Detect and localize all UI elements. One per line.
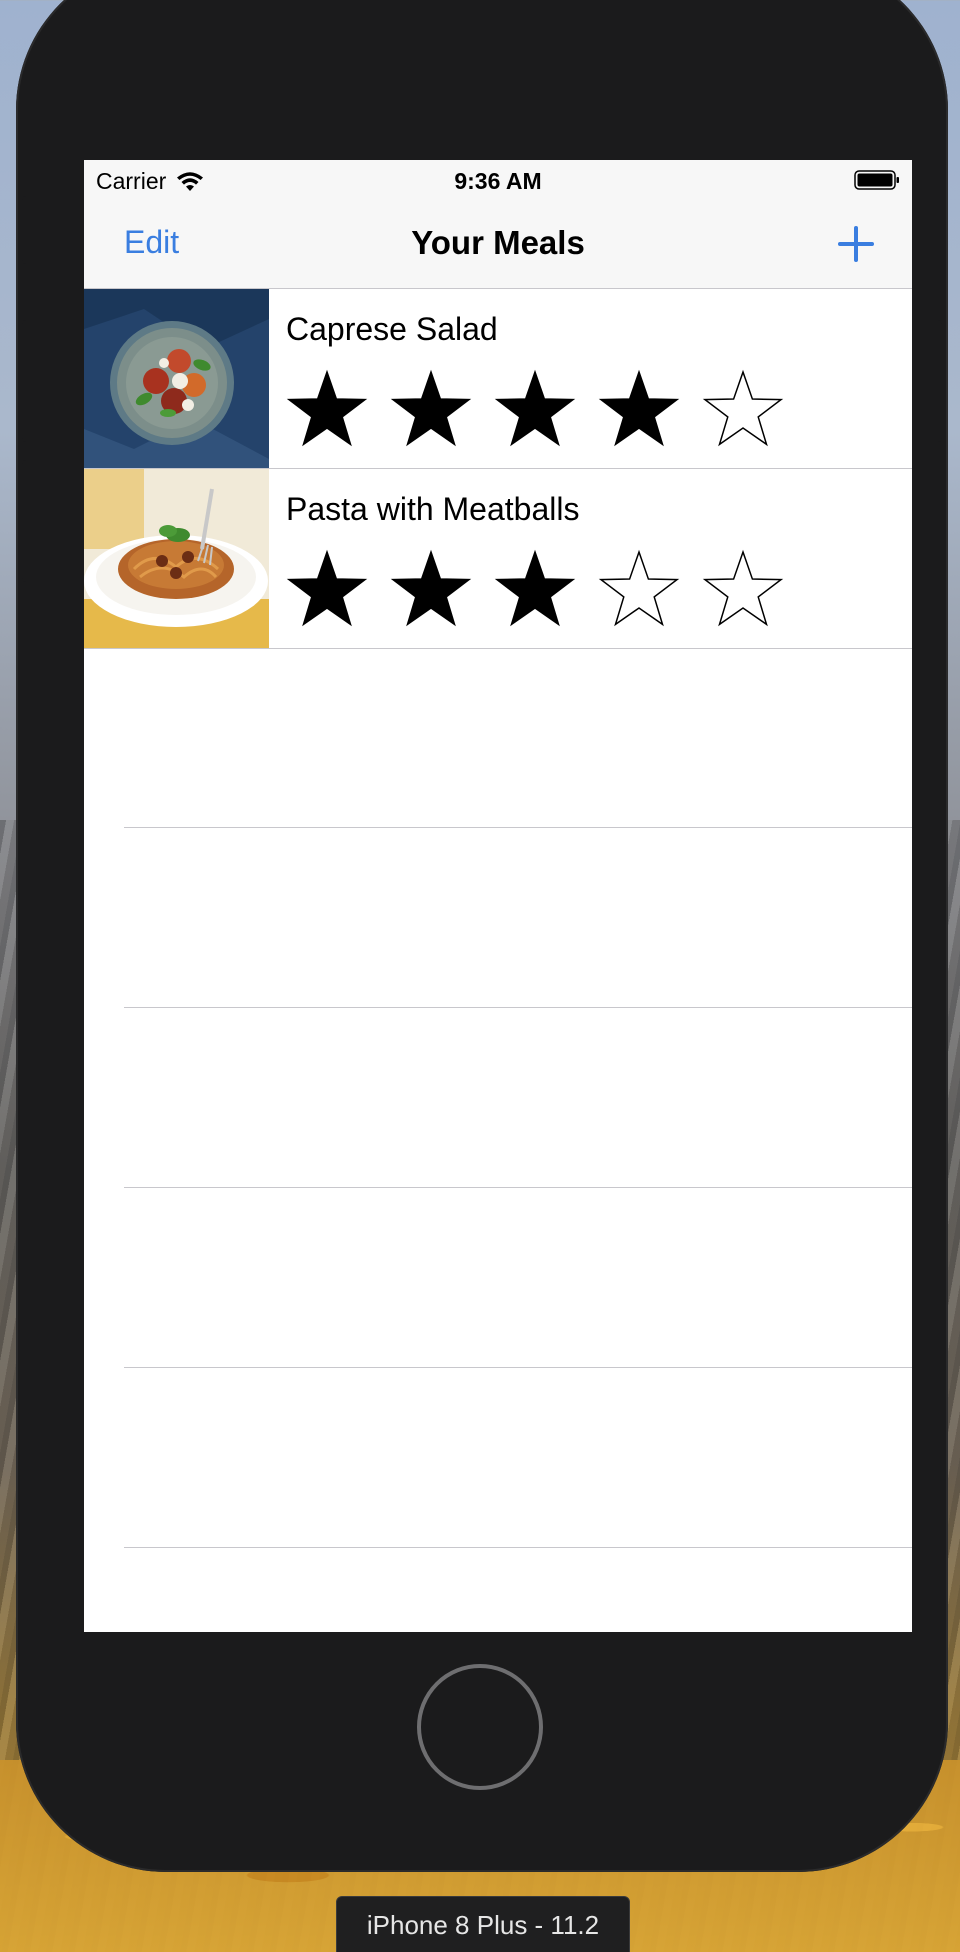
power-button — [930, 320, 942, 442]
simulator-device-frame: Carrier 9:36 AM Edit Your Meals Caprese … — [16, 0, 948, 1872]
filled-star-icon[interactable] — [390, 549, 472, 631]
rating-control[interactable] — [286, 369, 784, 451]
home-button[interactable] — [417, 1664, 543, 1790]
empty-row — [124, 1368, 912, 1548]
battery-icon — [854, 170, 899, 190]
filled-star-icon[interactable] — [286, 369, 368, 451]
filled-star-icon[interactable] — [494, 549, 576, 631]
filled-star-icon[interactable] — [598, 369, 680, 451]
empty-row — [124, 1188, 912, 1368]
meal-photo-caprese-salad — [84, 289, 269, 468]
meal-name: Pasta with Meatballs — [286, 491, 580, 527]
navigation-bar: Edit Your Meals — [84, 200, 912, 289]
simulator-device-label: iPhone 8 Plus - 11.2 — [336, 1896, 630, 1952]
filled-star-icon[interactable] — [494, 369, 576, 451]
rating-control[interactable] — [286, 549, 784, 631]
empty-star-icon[interactable] — [702, 549, 784, 631]
status-time: 9:36 AM — [454, 168, 542, 194]
empty-star-icon[interactable] — [598, 549, 680, 631]
status-bar: Carrier 9:36 AM — [84, 160, 912, 200]
meal-photo-pasta-with-meatballs — [84, 469, 269, 648]
empty-table-rows — [84, 648, 912, 1548]
page-title: Your Meals — [411, 224, 585, 261]
empty-row — [124, 828, 912, 1008]
app-screen: Carrier 9:36 AM Edit Your Meals Caprese … — [84, 160, 912, 1632]
volume-up-button — [22, 320, 34, 442]
mute-switch — [22, 196, 34, 264]
filled-star-icon[interactable] — [390, 369, 472, 451]
empty-row — [124, 648, 912, 828]
add-meal-button[interactable] — [836, 224, 876, 264]
empty-star-icon[interactable] — [702, 369, 784, 451]
meal-row-pasta-with-meatballs[interactable]: Pasta with Meatballs — [84, 469, 912, 649]
volume-down-button — [22, 460, 34, 582]
meal-list: Caprese Salad Pasta with Meatballs — [84, 289, 912, 649]
meal-row-caprese-salad[interactable]: Caprese Salad — [84, 289, 912, 469]
filled-star-icon[interactable] — [286, 549, 368, 631]
meal-name: Caprese Salad — [286, 311, 498, 347]
empty-row — [124, 1008, 912, 1188]
